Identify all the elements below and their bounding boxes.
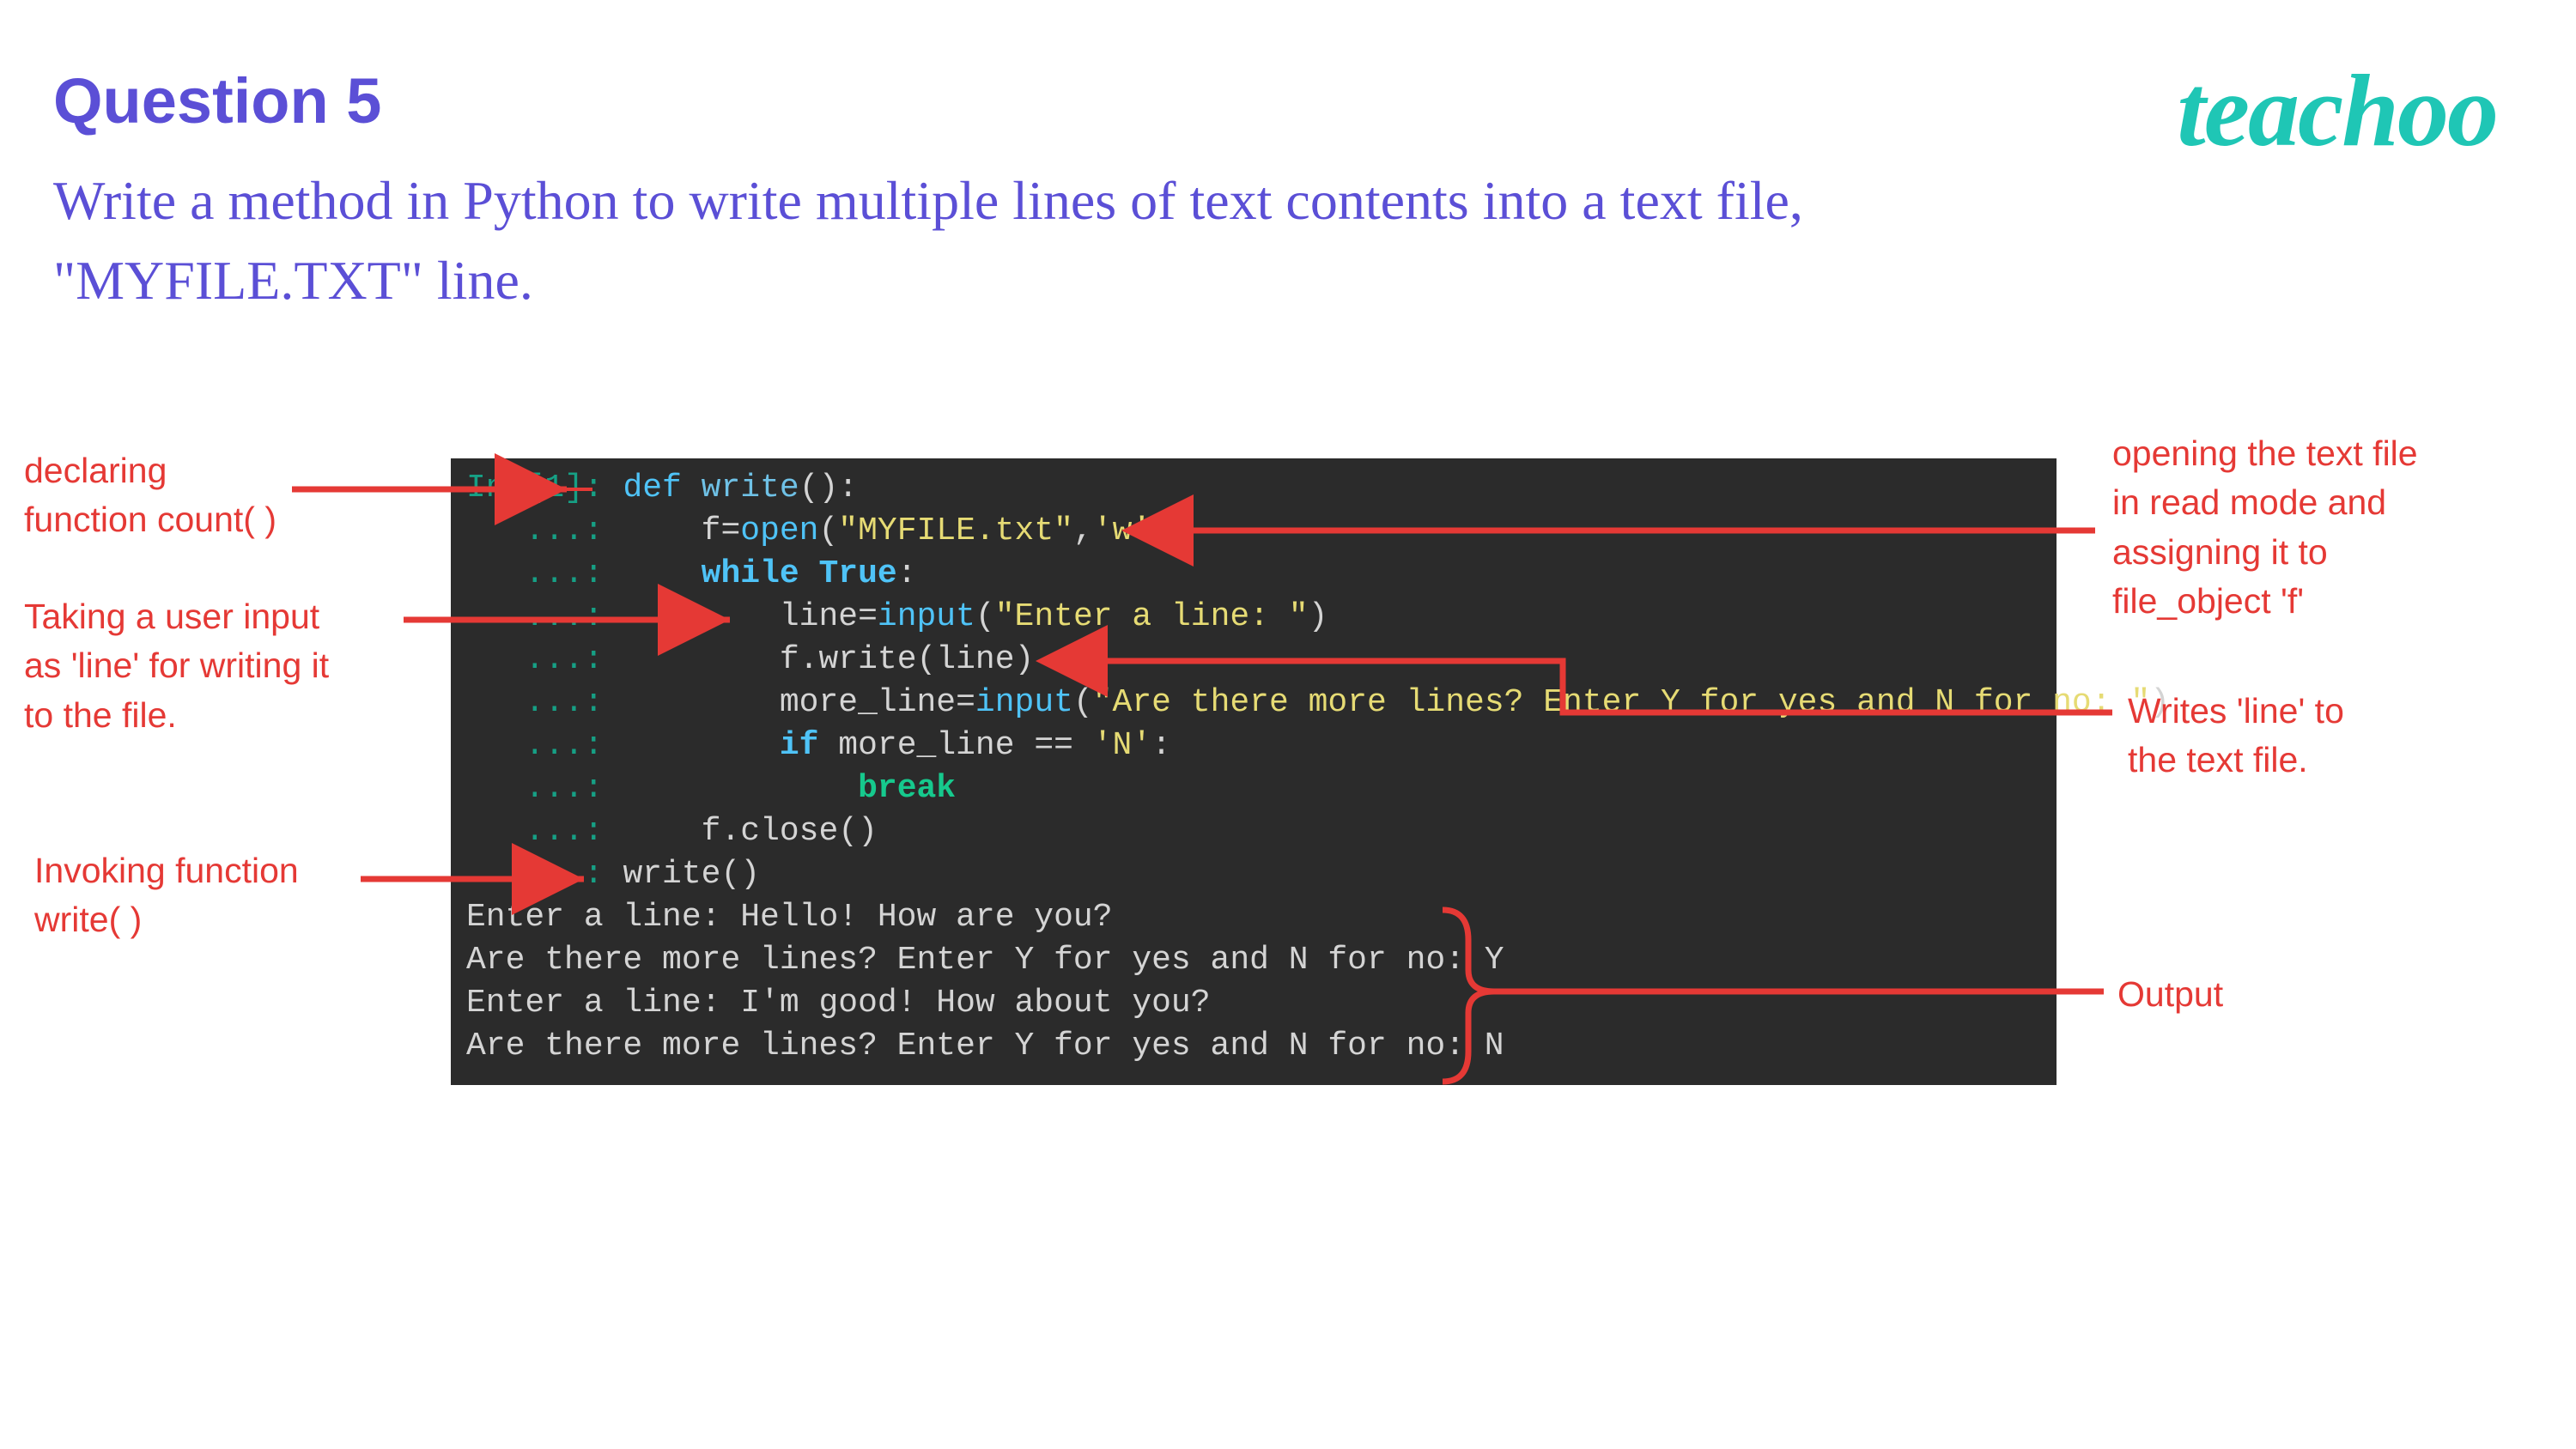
code-text: f.close() — [623, 813, 877, 850]
code-text — [623, 770, 858, 807]
code-text: ( — [975, 598, 995, 635]
builtin-input: input — [878, 598, 975, 635]
output-line: Are there more lines? Enter Y for yes an… — [466, 942, 1504, 979]
annotation-output: Output — [2117, 970, 2223, 1019]
brand-logo: teachoo — [2177, 52, 2497, 170]
code-text: : — [1151, 727, 1171, 764]
code-text: f.write(line) — [623, 641, 1034, 678]
keyword-if: if — [780, 727, 838, 764]
code-text: ( — [1073, 684, 1093, 721]
code-text: more_line == — [838, 727, 1092, 764]
function-name: write — [702, 470, 799, 506]
annotation-invoking: Invoking function write( ) — [34, 846, 299, 945]
ipython-prompt: In [1]: — [466, 470, 623, 506]
string-literal: 'w' — [1093, 512, 1151, 549]
continuation-prompt: ...: — [466, 770, 623, 807]
code-text — [623, 727, 779, 764]
code-text: write() — [623, 856, 760, 893]
code-text — [623, 555, 701, 592]
question-title: Question 5 — [53, 64, 381, 137]
code-text: ) — [1151, 512, 1171, 549]
string-literal: "Enter a line: " — [995, 598, 1309, 635]
string-literal: 'N' — [1093, 727, 1151, 764]
code-text: ( — [818, 512, 838, 549]
code-text: line= — [623, 598, 877, 635]
annotation-writes-line: Writes 'line' to the text file. — [2128, 687, 2344, 785]
keyword-break: break — [858, 770, 956, 807]
string-literal: "MYFILE.txt" — [838, 512, 1073, 549]
code-block: In [1]: def write(): ...: f=open("MYFILE… — [451, 458, 2057, 1085]
continuation-prompt: ...: — [466, 813, 623, 850]
output-line: Enter a line: Hello! How are you? — [466, 899, 1113, 936]
continuation-prompt: ...: — [466, 856, 623, 893]
output-line: Enter a line: I'm good! How about you? — [466, 985, 1211, 1022]
code-text: f= — [623, 512, 740, 549]
code-text: : — [897, 555, 917, 592]
annotation-declaring: declaring function count( ) — [24, 446, 276, 545]
continuation-prompt: ...: — [466, 555, 623, 592]
output-line: Are there more lines? Enter Y for yes an… — [466, 1028, 1504, 1064]
builtin-open: open — [740, 512, 818, 549]
continuation-prompt: ...: — [466, 512, 623, 549]
code-text: (): — [799, 470, 858, 506]
code-text: more_line= — [623, 684, 975, 721]
string-literal: "Are there more lines? Enter Y for yes a… — [1093, 684, 2150, 721]
continuation-prompt: ...: — [466, 727, 623, 764]
builtin-input: input — [975, 684, 1073, 721]
annotation-opening-file: opening the text file in read mode and a… — [2112, 429, 2418, 627]
continuation-prompt: ...: — [466, 598, 623, 635]
keyword-def: def — [623, 470, 701, 506]
continuation-prompt: ...: — [466, 684, 623, 721]
code-text: ) — [1309, 598, 1328, 635]
keyword-while: while — [702, 555, 819, 592]
question-text: Write a method in Python to write multip… — [53, 161, 1822, 321]
keyword-true: True — [818, 555, 896, 592]
annotation-user-input: Taking a user input as 'line' for writin… — [24, 592, 329, 740]
continuation-prompt: ...: — [466, 641, 623, 678]
code-text: , — [1073, 512, 1093, 549]
